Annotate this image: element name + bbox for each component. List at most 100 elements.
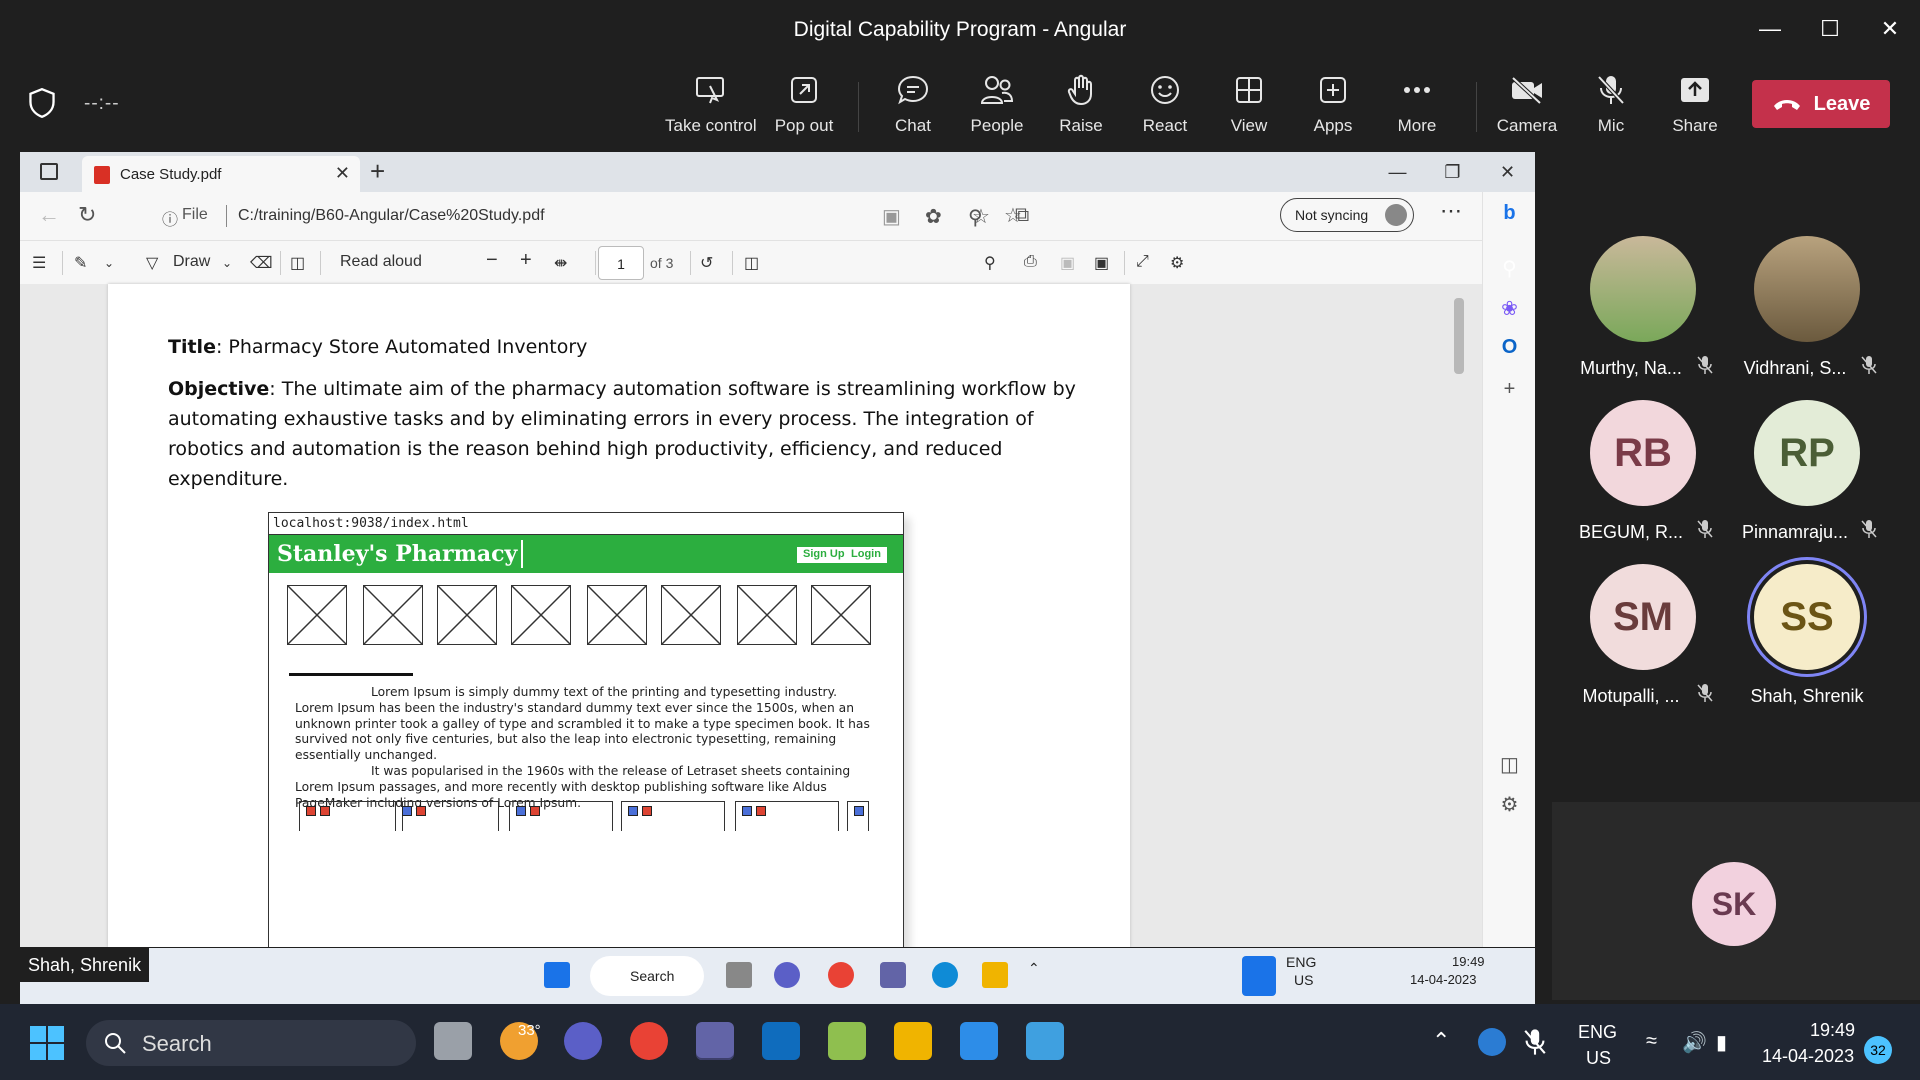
new-tab-button[interactable]: + bbox=[370, 156, 385, 187]
file-explorer-icon[interactable] bbox=[894, 1022, 932, 1060]
add-sidebar-icon[interactable]: + bbox=[1483, 378, 1535, 401]
remote-teams-icon bbox=[880, 962, 906, 988]
participant-tile[interactable]: RP Pinnamraju... bbox=[1722, 400, 1892, 543]
highlight-dropdown-icon[interactable]: ⌄ bbox=[104, 256, 114, 270]
draw-icon[interactable]: ▽ bbox=[146, 253, 158, 273]
browser-restore-button[interactable]: ❐ bbox=[1425, 152, 1480, 192]
presenter-caption: Shah, Shrenik bbox=[20, 948, 150, 982]
react-button[interactable]: React bbox=[1120, 70, 1210, 136]
pdf-settings-icon[interactable]: ⚙ bbox=[1170, 253, 1184, 273]
meeting-timer: --:-- bbox=[84, 93, 120, 114]
participant-tile[interactable]: Murthy, Na... bbox=[1558, 236, 1728, 379]
refresh-icon[interactable]: ↻ bbox=[78, 202, 96, 228]
extensions-icon[interactable]: ✿ bbox=[925, 204, 942, 229]
browser-close-button[interactable]: ✕ bbox=[1480, 152, 1535, 192]
task-view-icon[interactable] bbox=[434, 1022, 472, 1060]
save-as-icon[interactable]: ▣ bbox=[1094, 253, 1109, 273]
fit-page-icon[interactable]: ⇼ bbox=[554, 253, 567, 273]
self-view[interactable]: SK bbox=[1552, 802, 1920, 1000]
mic-muted-icon[interactable] bbox=[1522, 1028, 1548, 1056]
notepad-icon[interactable] bbox=[960, 1022, 998, 1060]
participant-tile[interactable]: Vidhrani, S... bbox=[1722, 236, 1892, 379]
pdf-search-icon[interactable]: ⚲ bbox=[984, 253, 996, 273]
remote-chrome-icon bbox=[828, 962, 854, 988]
collections-icon[interactable]: ⧉ bbox=[1015, 204, 1029, 227]
browser-tab[interactable]: Case Study.pdf ✕ bbox=[82, 156, 360, 192]
maximize-button[interactable]: ☐ bbox=[1800, 0, 1860, 58]
draw-dropdown-icon[interactable]: ⌄ bbox=[222, 256, 232, 270]
pdf-divider bbox=[690, 251, 691, 275]
bing-icon[interactable]: b bbox=[1483, 202, 1535, 225]
sidebar-settings-icon[interactable]: ⚙ bbox=[1483, 792, 1535, 817]
zoom-out-icon[interactable]: − bbox=[486, 249, 498, 272]
tray-arrow-icon[interactable]: ⌃ bbox=[1432, 1028, 1450, 1054]
browser-minimize-button[interactable]: — bbox=[1370, 152, 1425, 192]
close-tab-icon[interactable]: ✕ bbox=[335, 163, 350, 184]
participant-tile[interactable]: SM Motupalli, ... bbox=[1558, 564, 1728, 707]
pdf-viewer[interactable]: Title: Pharmacy Store Automated Inventor… bbox=[20, 284, 1482, 947]
clock-date[interactable]: 14-04-2023 bbox=[1762, 1046, 1854, 1067]
participant-tile-speaking[interactable]: SS Shah, Shrenik bbox=[1722, 564, 1892, 707]
chat-button[interactable]: Chat bbox=[868, 70, 958, 136]
more-button[interactable]: More bbox=[1372, 70, 1462, 136]
onedrive-icon[interactable] bbox=[1478, 1028, 1506, 1056]
print-icon[interactable]: ⎙ bbox=[1024, 253, 1037, 271]
view-icon bbox=[1236, 77, 1262, 103]
copilot-icon[interactable]: ❀ bbox=[1483, 296, 1535, 321]
remote-search-label: Search bbox=[630, 968, 675, 984]
participant-tile[interactable]: RB BEGUM, R... bbox=[1558, 400, 1728, 543]
taskbar-search[interactable]: Search bbox=[86, 1020, 416, 1066]
meet-icon[interactable] bbox=[564, 1022, 602, 1060]
fullscreen-icon[interactable]: ⤢ bbox=[1136, 253, 1149, 271]
sidebar-search-icon[interactable]: ⚲ bbox=[1483, 256, 1535, 281]
notification-badge[interactable]: 32 bbox=[1864, 1036, 1892, 1064]
contents-icon[interactable]: ☰ bbox=[32, 253, 46, 273]
outlook-icon[interactable] bbox=[762, 1022, 800, 1060]
sidebar-panel-icon[interactable]: ◫ bbox=[1483, 752, 1535, 777]
volume-icon[interactable]: 🔊 bbox=[1682, 1030, 1707, 1055]
mic-button[interactable]: Mic bbox=[1566, 70, 1656, 136]
erase-icon[interactable]: ⌫ bbox=[250, 253, 273, 273]
two-page-icon[interactable]: ◫ bbox=[744, 253, 759, 273]
reader-icon[interactable]: ▣ bbox=[882, 204, 901, 229]
sniping-tool-icon[interactable] bbox=[828, 1022, 866, 1060]
camera-button[interactable]: Camera bbox=[1482, 70, 1572, 136]
remote-edge-icon bbox=[932, 962, 958, 988]
favorites-icon[interactable]: ☆ bbox=[972, 204, 990, 229]
zoom-in-icon[interactable]: + bbox=[520, 249, 532, 272]
leave-button[interactable]: Leave bbox=[1752, 80, 1890, 128]
apps-button[interactable]: Apps bbox=[1288, 70, 1378, 136]
battery-icon[interactable]: ▮ bbox=[1716, 1030, 1727, 1055]
back-icon[interactable]: ← bbox=[38, 202, 60, 228]
close-button[interactable]: ✕ bbox=[1860, 0, 1920, 58]
wifi-icon[interactable]: ≈ bbox=[1646, 1030, 1657, 1053]
tab-actions-icon[interactable] bbox=[40, 163, 58, 180]
language[interactable]: ENG bbox=[1578, 1022, 1617, 1043]
page-number-input[interactable]: 1 bbox=[598, 246, 644, 280]
browser-menu-icon[interactable]: ⋯ bbox=[1440, 198, 1462, 224]
people-button[interactable]: People bbox=[952, 70, 1042, 136]
pop-out-button[interactable]: Pop out bbox=[759, 70, 849, 136]
teams-icon[interactable] bbox=[696, 1022, 734, 1060]
window-title-bar: Digital Capability Program - Angular — ☐… bbox=[0, 0, 1920, 58]
save-icon[interactable]: ▣ bbox=[1060, 253, 1075, 273]
take-control-button[interactable]: Take control bbox=[665, 70, 757, 136]
read-aloud-label[interactable]: Read aloud bbox=[340, 253, 422, 271]
chrome-icon[interactable] bbox=[630, 1022, 668, 1060]
sync-button[interactable]: Not syncing bbox=[1280, 198, 1414, 232]
outlook-icon[interactable]: O bbox=[1483, 336, 1535, 359]
share-button[interactable]: Share bbox=[1650, 70, 1740, 136]
sync-label: Not syncing bbox=[1295, 207, 1369, 223]
windows-start-icon[interactable] bbox=[30, 1026, 64, 1060]
minimize-button[interactable]: — bbox=[1740, 0, 1800, 58]
rotate-icon[interactable]: ↺ bbox=[700, 253, 713, 273]
pdf-scrollbar[interactable] bbox=[1452, 288, 1466, 943]
highlight-icon[interactable]: ✎ bbox=[74, 253, 87, 273]
raise-hand-button[interactable]: Raise bbox=[1036, 70, 1126, 136]
view-button[interactable]: View bbox=[1204, 70, 1294, 136]
remote-desktop-icon[interactable] bbox=[1026, 1022, 1064, 1060]
clock-time[interactable]: 19:49 bbox=[1810, 1020, 1855, 1041]
draw-label[interactable]: Draw bbox=[173, 253, 210, 271]
page-view-icon[interactable]: ◫ bbox=[290, 253, 305, 273]
scroll-thumb[interactable] bbox=[1454, 298, 1464, 374]
